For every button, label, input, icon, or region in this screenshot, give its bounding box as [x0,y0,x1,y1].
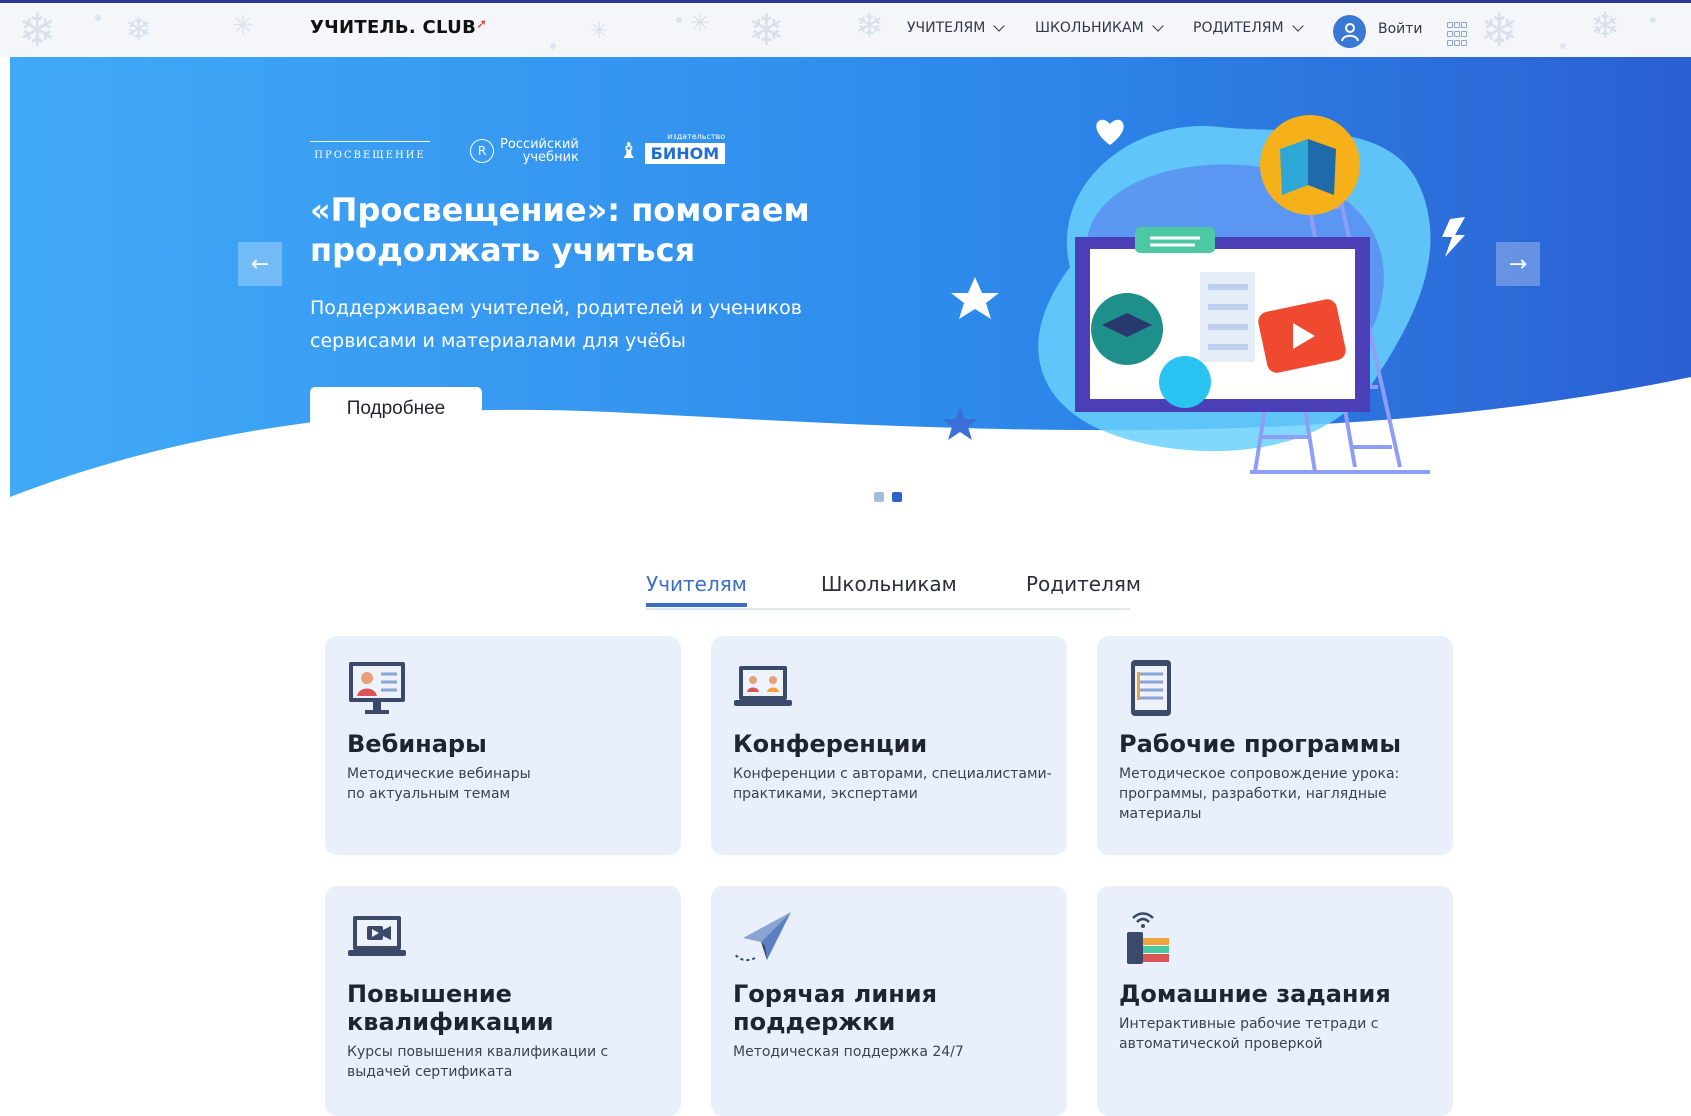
card-description: Методические вебинары по актуальным тема… [347,766,531,802]
card-work-programs[interactable]: Рабочие программы Методическое сопровожд… [1097,636,1453,855]
chevron-down-icon [1152,19,1164,32]
dot-decoration [550,43,556,49]
audience-tabs: Учителям Школьникам Родителям [646,572,1141,610]
snowflake-decoration: ❄ [125,10,152,48]
books-wifi-icon [1127,912,1169,964]
binom-label: БИНОМ [650,143,720,163]
login-link[interactable]: Войти [1378,21,1423,37]
card-webinars[interactable]: Вебинары Методические вебинары по актуал… [325,636,681,855]
snowflake-decoration: ❄ [855,6,884,46]
card-title: Вебинары [347,730,487,758]
conference-laptop-icon [734,666,792,706]
nav-teachers[interactable]: УЧИТЕЛЯМ [907,19,1006,36]
nav-label: ШКОЛЬНИКАМ [1035,20,1144,36]
snowflake-decoration: ❄ [748,5,785,56]
prosveshchenie-logo: ПРОСВЕЩЕНИЕ [310,141,430,161]
rus-logo-line2: учебник [522,150,579,165]
card-hotline[interactable]: Горячая линия поддержки Методическая под… [711,886,1067,1116]
card-title: Рабочие программы [1119,730,1402,758]
card-title: Горячая линия поддержки [733,980,938,1036]
apps-grid-icon[interactable] [1447,22,1467,46]
russian-textbook-logo: R Российский учебник [470,138,579,164]
user-avatar-icon[interactable] [1333,15,1366,48]
hero-title: «Просвещение»: помогаем продолжать учить… [310,191,810,269]
slide-dot-1[interactable] [874,492,884,502]
site-logo[interactable]: УЧИТЕЛЬ. CLUB➚ [310,17,487,38]
binom-logo: ♝ издательство БИНОМ [618,132,726,164]
card-description: Интерактивные рабочие тетради с автомати… [1119,1016,1379,1052]
snowflake-decoration: ✳ [690,9,711,37]
binom-small-label: издательство [667,131,726,141]
chevron-down-icon [993,19,1006,32]
hero-banner: ПРОСВЕЩЕНИЕ R Российский учебник ♝ издат… [10,57,1691,507]
tab-students[interactable]: Школьникам [821,572,957,606]
nav-label: РОДИТЕЛЯМ [1193,20,1284,36]
arrow-right-icon: → [1508,251,1528,277]
tablet-document-icon [1131,660,1171,716]
card-description: Методическая поддержка 24/7 [733,1044,964,1060]
tab-parents[interactable]: Родителям [1026,572,1141,606]
tab-teachers[interactable]: Учителям [646,572,747,607]
snowflake-decoration: ✳ [232,11,254,41]
dot-decoration [676,17,682,23]
webinar-monitor-icon [349,662,405,714]
card-title: Домашние задания [1119,980,1391,1008]
card-title: Конференции [733,730,928,758]
logo-text: УЧИТЕЛЬ. CLUB [310,17,477,38]
next-slide-button[interactable]: → [1496,242,1540,286]
nav-label: УЧИТЕЛЯМ [907,20,986,36]
dot-decoration [1650,17,1656,23]
arrow-left-icon: ← [250,251,270,277]
card-description: Курсы повышения квалификации с выдачей с… [347,1044,609,1080]
hero-subtitle: Поддерживаем учителей, родителей и учени… [310,297,802,352]
card-conferences[interactable]: Конференции Конференции с авторами, спец… [711,636,1067,855]
partner-logos: ПРОСВЕЩЕНИЕ R Российский учебник ♝ издат… [310,132,726,164]
top-header: ❄ ❄ ✳ ✳ ✳ ❄ ❄ ❄ ❄ УЧИТЕЛЬ. CLUB➚ УЧИТЕЛЯ… [0,0,1691,57]
video-laptop-icon [348,916,406,956]
snowflake-decoration: ✳ [590,19,609,44]
card-homework[interactable]: Домашние задания Интерактивные рабочие т… [1097,886,1453,1116]
slider-pagination [874,492,902,502]
russian-textbook-emblem-icon: R [470,139,494,163]
nav-students[interactable]: ШКОЛЬНИКАМ [1035,19,1164,36]
card-description: Методическое сопровождение урока: програ… [1119,766,1400,822]
chevron-down-icon [1291,19,1304,32]
dot-decoration [95,15,101,21]
dot-decoration [1560,43,1566,49]
binom-box: издательство БИНОМ [644,132,726,164]
snowflake-decoration: ❄ [1590,6,1621,47]
snowflake-decoration: ❄ [18,3,57,57]
nav-parents[interactable]: РОДИТЕЛЯМ [1193,19,1304,36]
card-title: Повышение квалификации [347,980,554,1036]
logo-mark-icon: ➚ [476,17,488,32]
slide-dot-2[interactable] [892,492,902,502]
snowflake-decoration: ❄ [1480,3,1519,57]
card-description: Конференции с авторами, специалистами-пр… [733,766,1052,802]
more-button[interactable]: Подробнее [310,387,482,431]
card-qualification[interactable]: Повышение квалификации Курсы повышения к… [325,886,681,1116]
binom-figure-icon: ♝ [618,138,639,164]
prev-slide-button[interactable]: ← [238,242,282,286]
paper-plane-icon [734,912,791,962]
